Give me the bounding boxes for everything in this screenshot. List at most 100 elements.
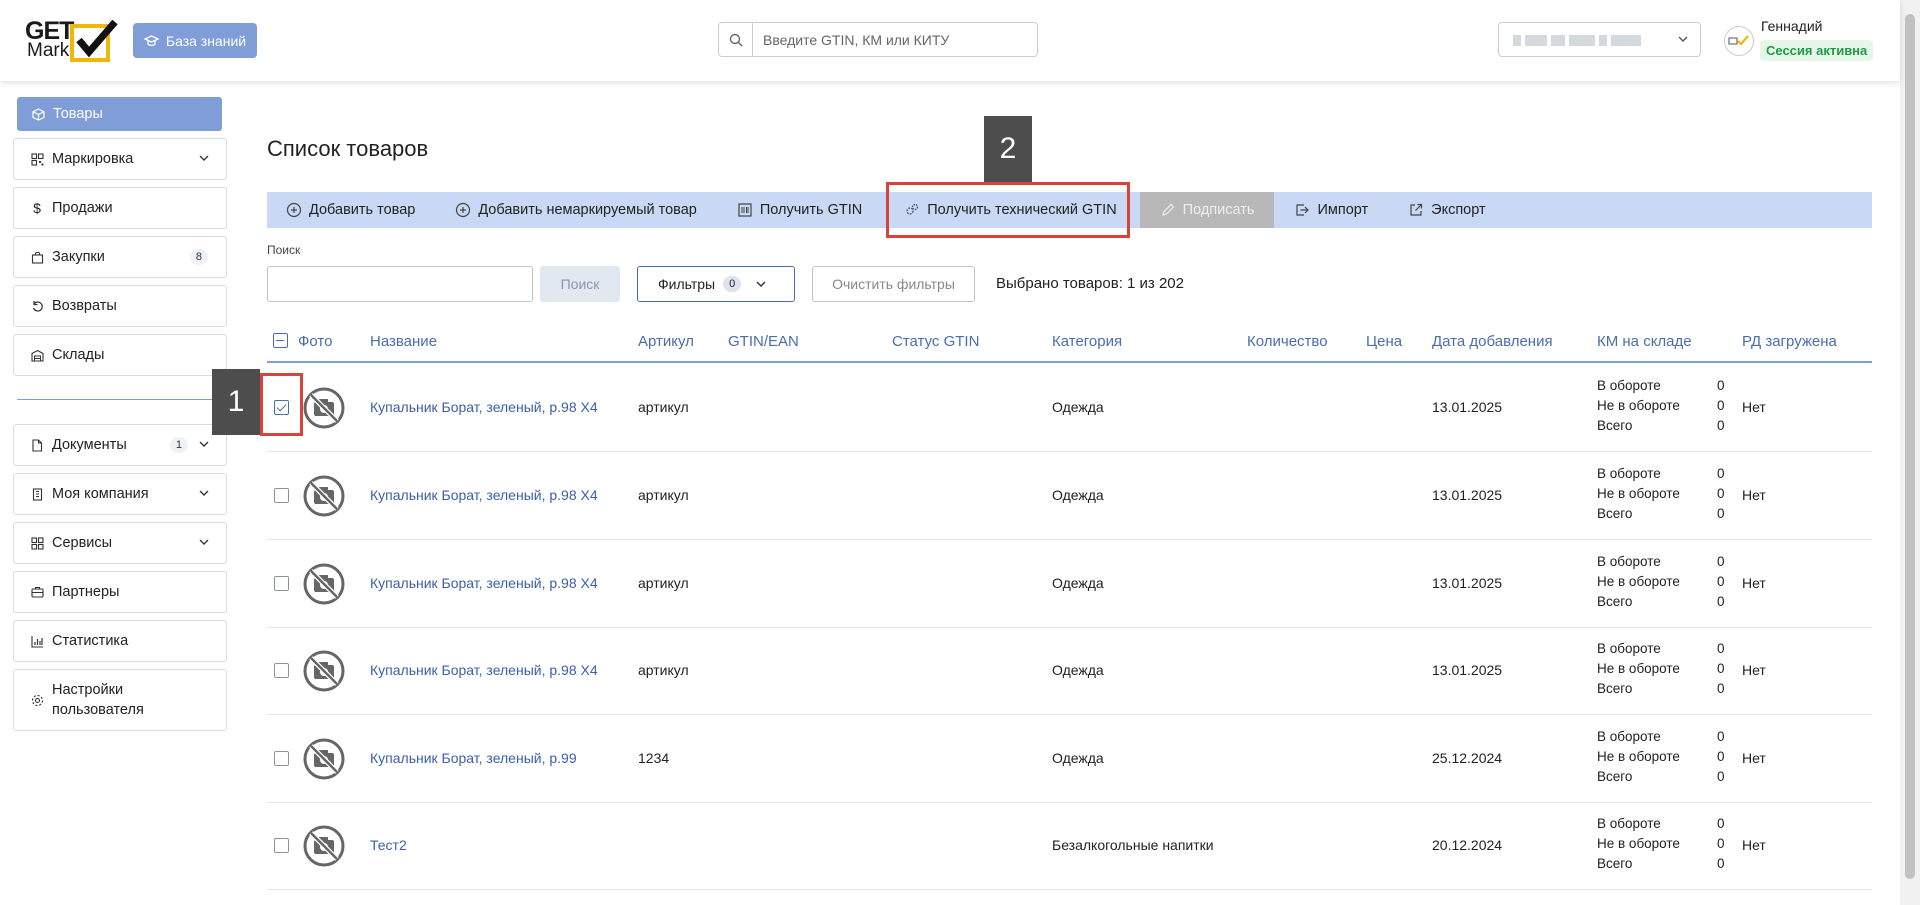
organization-name-blurred xyxy=(1513,35,1641,46)
product-category: Одежда xyxy=(1052,487,1104,503)
sidebar-item-partners[interactable]: Партнеры xyxy=(13,571,227,613)
add-product-button[interactable]: Добавить товар xyxy=(267,192,435,228)
product-category: Одежда xyxy=(1052,750,1104,766)
column-article[interactable]: Артикул xyxy=(638,333,694,350)
row-checkbox[interactable] xyxy=(274,663,289,678)
product-name-link[interactable]: Купальник Борат, зеленый, р.98 Х4 xyxy=(370,487,598,503)
column-rd-uploaded[interactable]: РД загружена xyxy=(1742,333,1837,350)
logo-check-icon xyxy=(70,19,118,62)
scrollbar-thumb[interactable] xyxy=(1905,14,1915,879)
column-photo[interactable]: Фото xyxy=(298,333,332,350)
table-row[interactable]: Тест2 Безалкогольные напитки 20.12.2024 … xyxy=(267,802,1872,890)
add-unmarked-product-button[interactable]: Добавить немаркируемый товар xyxy=(435,192,717,228)
pen-icon xyxy=(1161,203,1175,216)
column-km-stock[interactable]: КМ на складе xyxy=(1597,333,1692,350)
rd-uploaded: Нет xyxy=(1742,399,1766,415)
km-out-value: 0 xyxy=(1717,661,1725,676)
partners-icon xyxy=(30,585,44,599)
sidebar-item-label: Моя компания xyxy=(52,486,149,502)
product-date: 13.01.2025 xyxy=(1432,399,1503,415)
sidebar-item-my-company[interactable]: Моя компания xyxy=(13,473,227,515)
column-price[interactable]: Цена xyxy=(1366,333,1402,350)
get-gtin-button[interactable]: Получить GTIN xyxy=(717,192,882,228)
no-photo-icon xyxy=(303,475,345,517)
column-gtin-status[interactable]: Статус GTIN xyxy=(892,333,979,350)
column-name[interactable]: Название xyxy=(370,333,437,350)
rd-uploaded: Нет xyxy=(1742,487,1766,503)
avatar-logo-icon xyxy=(1728,35,1749,46)
sidebar-item-services[interactable]: Сервисы xyxy=(13,522,227,564)
product-date: 13.01.2025 xyxy=(1432,662,1503,678)
sidebar-item-sales[interactable]: $ Продажи xyxy=(13,187,227,229)
sidebar-item-returns[interactable]: Возвраты xyxy=(13,285,227,327)
global-search[interactable] xyxy=(718,22,1038,57)
column-quantity[interactable]: Количество xyxy=(1247,333,1328,350)
km-total-label: Всего xyxy=(1597,506,1633,521)
product-category: Одежда xyxy=(1052,575,1104,591)
global-search-input[interactable] xyxy=(753,31,1033,48)
table-row[interactable]: Купальник Борат, зеленый, р.98 Х4 артику… xyxy=(267,627,1872,715)
knowledge-base-label: База знаний xyxy=(165,32,247,49)
filters-button[interactable]: Фильтры 0 xyxy=(637,266,795,302)
km-out-label: Не в обороте xyxy=(1597,486,1680,501)
organization-select[interactable] xyxy=(1498,22,1701,57)
select-all-checkbox[interactable] xyxy=(273,333,288,348)
annotation-tag-2: 2 xyxy=(984,116,1032,182)
product-name-link[interactable]: Купальник Борат, зеленый, р.98 Х4 xyxy=(370,662,598,678)
user-avatar[interactable] xyxy=(1724,26,1754,56)
user-name: Геннадий xyxy=(1761,18,1823,34)
warehouse-icon xyxy=(30,348,44,362)
product-date: 13.01.2025 xyxy=(1432,487,1503,503)
getmark-logo[interactable]: GET Mark xyxy=(25,18,121,64)
column-gtin[interactable]: GTIN/EAN xyxy=(728,333,799,350)
product-category: Одежда xyxy=(1052,662,1104,678)
km-in-value: 0 xyxy=(1717,466,1725,481)
product-name-link[interactable]: Купальник Борат, зеленый, р.99 xyxy=(370,750,577,766)
sidebar-item-documents[interactable]: Документы 1 xyxy=(13,424,227,466)
table-row[interactable]: Купальник Борат, зеленый, р.98 Х4 артику… xyxy=(267,452,1872,540)
table-row[interactable]: Купальник Борат, зеленый, р.99 1234 Одеж… xyxy=(267,715,1872,803)
product-name-link[interactable]: Купальник Борат, зеленый, р.98 Х4 xyxy=(370,575,598,591)
sidebar-divider xyxy=(17,399,227,400)
column-date-added[interactable]: Дата добавления xyxy=(1432,333,1553,350)
plus-circle-icon xyxy=(286,202,302,218)
sidebar-item-purchases[interactable]: Закупки 8 xyxy=(13,236,227,278)
sidebar-item-marking[interactable]: Маркировка xyxy=(13,138,227,180)
add-product-label: Добавить товар xyxy=(309,202,416,218)
product-article: артикул xyxy=(638,399,689,415)
product-search-input[interactable] xyxy=(267,266,533,302)
sidebar-item-label: Документы xyxy=(52,437,127,453)
bag-icon xyxy=(30,250,44,264)
document-icon xyxy=(30,438,44,452)
product-article: артикул xyxy=(638,575,689,591)
sidebar-item-warehouses[interactable]: Склады xyxy=(13,334,227,376)
km-in-value: 0 xyxy=(1717,729,1725,744)
sidebar-item-user-settings[interactable]: Настройки пользователя xyxy=(13,669,227,731)
product-name-link[interactable]: Купальник Борат, зеленый, р.98 Х4 xyxy=(370,399,598,415)
km-stock: В обороте 0 Не в обороте 0 Всего 0 xyxy=(1597,376,1725,436)
product-article: 1234 xyxy=(638,750,670,766)
import-button[interactable]: Импорт xyxy=(1274,192,1388,228)
page-scrollbar[interactable] xyxy=(1900,0,1920,905)
sign-button[interactable]: Подписать xyxy=(1139,192,1275,228)
column-category[interactable]: Категория xyxy=(1052,333,1122,350)
table-row[interactable]: Купальник Борат, зеленый, р.98 Х4 артику… xyxy=(267,540,1872,628)
knowledge-base-button[interactable]: База знаний xyxy=(133,23,257,58)
search-button[interactable]: Поиск xyxy=(540,266,620,302)
sidebar-item-statistics[interactable]: Статистика xyxy=(13,620,227,662)
export-button[interactable]: Экспорт xyxy=(1388,192,1505,228)
grid-icon xyxy=(30,536,44,550)
product-category: Одежда xyxy=(1052,399,1104,415)
table-row[interactable]: Купальник Борат, зеленый, р.98 Х4 артику… xyxy=(267,364,1872,452)
rd-uploaded: Нет xyxy=(1742,662,1766,678)
sidebar-item-label: Партнеры xyxy=(52,584,120,600)
row-checkbox[interactable] xyxy=(274,751,289,766)
sidebar-item-products[interactable]: Товары xyxy=(17,97,222,131)
row-checkbox[interactable] xyxy=(274,488,289,503)
clear-filters-button[interactable]: Очистить фильтры xyxy=(812,266,975,302)
row-checkbox[interactable] xyxy=(274,576,289,591)
rd-uploaded: Нет xyxy=(1742,750,1766,766)
export-label: Экспорт xyxy=(1431,202,1486,218)
row-checkbox[interactable] xyxy=(274,838,289,853)
product-name-link[interactable]: Тест2 xyxy=(370,837,407,853)
